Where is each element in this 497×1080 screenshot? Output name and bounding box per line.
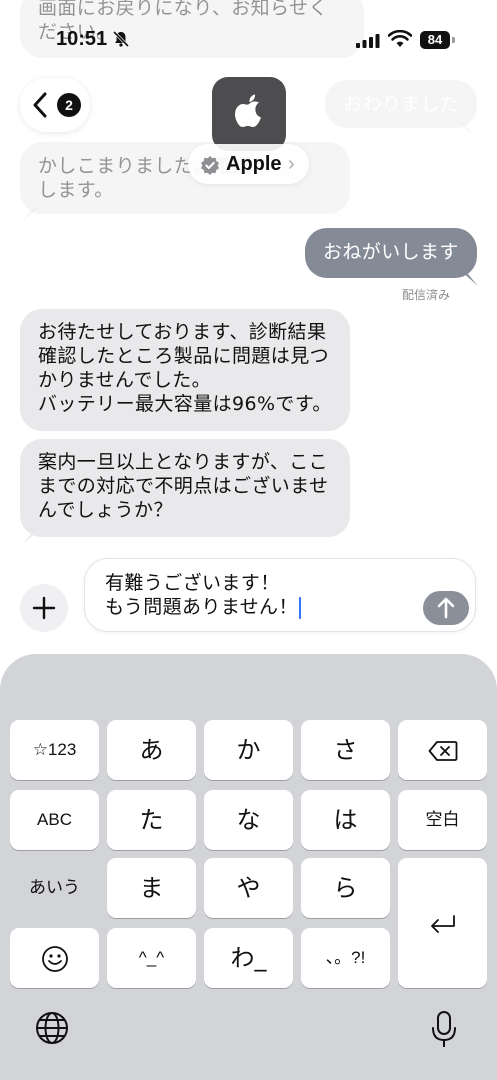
message-line: かりませんでした。	[38, 369, 212, 391]
apple-logo-icon	[235, 94, 261, 127]
send-button[interactable]	[423, 591, 469, 625]
battery-nub	[452, 37, 455, 43]
cellular-signal-icon	[356, 34, 380, 48]
key-kana-mode[interactable]: あいう	[10, 858, 99, 918]
keyboard: ☆123 あ か さ ABC た な は 空白 あいう ま や ら ^_^ わ_…	[0, 654, 497, 1080]
key-numbers[interactable]: ☆123	[10, 720, 99, 780]
key-wa-row[interactable]: わ_	[204, 928, 293, 988]
input-line: 有難うございます！	[105, 572, 280, 594]
message-line: 案内一旦以上となりますが、ここ	[38, 451, 329, 473]
clock: 10:51	[56, 28, 108, 50]
contact-name: Apple	[226, 153, 282, 175]
wifi-icon	[388, 30, 412, 47]
status-bar: 10:51 84	[0, 0, 497, 70]
delivered-status: 配信済み	[402, 288, 451, 302]
delete-key[interactable]	[398, 720, 487, 780]
silent-bell-icon	[112, 30, 130, 48]
chevron-right-icon: ›	[288, 153, 295, 175]
message-line: 確認したところ製品に問題は見つ	[38, 345, 330, 367]
emoji-face-icon	[41, 946, 68, 972]
key-ha-row[interactable]: は	[301, 790, 390, 850]
key-sa-row[interactable]: さ	[301, 720, 390, 780]
battery-indicator: 84	[420, 31, 450, 49]
key-punctuation[interactable]: 、。?!	[301, 928, 390, 988]
key-ta-row[interactable]: た	[107, 790, 196, 850]
emoji-key[interactable]	[10, 928, 99, 988]
key-ma-row[interactable]: ま	[107, 858, 196, 918]
back-button[interactable]: 2	[20, 78, 90, 132]
message-line: バッテリー最大容量は96%です。	[38, 393, 332, 415]
chevron-left-icon	[33, 92, 47, 118]
contact-name-button[interactable]: Apple ›	[188, 144, 309, 184]
message-input[interactable]: 有難うございます！ もう問題ありません！	[84, 558, 476, 632]
message-bubble[interactable]: お待たせしております、診断結果 確認したところ製品に問題は見つ かりませんでした…	[20, 309, 350, 431]
key-ya-row[interactable]: や	[204, 858, 293, 918]
message-text: おねがいします	[323, 241, 459, 263]
return-key[interactable]	[398, 858, 487, 988]
contact-avatar[interactable]	[212, 77, 286, 151]
unread-badge: 2	[57, 93, 81, 117]
text-caret	[298, 596, 301, 619]
message-input-text[interactable]: 有難うございます！ もう問題ありません！	[105, 571, 301, 619]
key-na-row[interactable]: な	[204, 790, 293, 850]
key-ka-row[interactable]: か	[204, 720, 293, 780]
key-a-row[interactable]: あ	[107, 720, 196, 780]
message-bubble-outgoing[interactable]: おねがいします	[305, 228, 477, 278]
key-ra-row[interactable]: ら	[301, 858, 390, 918]
input-line: もう問題ありません！	[105, 595, 301, 619]
plus-button[interactable]	[20, 584, 68, 632]
plus-icon	[32, 596, 56, 620]
globe-icon[interactable]	[34, 1010, 70, 1046]
message-line: お待たせしております、診断結果	[38, 321, 327, 343]
arrow-up-icon	[437, 597, 455, 619]
verified-badge-icon	[201, 156, 219, 175]
key-kaomoji[interactable]: ^_^	[107, 928, 196, 988]
space-key[interactable]: 空白	[398, 790, 487, 850]
message-line: んでしょうか？	[38, 499, 173, 521]
return-icon	[430, 915, 455, 933]
key-abc[interactable]: ABC	[10, 790, 99, 850]
message-line: までの対応で不明点はございませ	[38, 475, 329, 497]
message-bubble[interactable]: おわりました	[325, 80, 477, 128]
microphone-icon[interactable]	[430, 1010, 458, 1050]
message-text: おわりました	[343, 93, 460, 115]
delete-backspace-icon	[428, 741, 457, 761]
input-line-text: もう問題ありません！	[105, 596, 298, 618]
message-bubble[interactable]: 案内一旦以上となりますが、ここ までの対応で不明点はございませ んでしょうか？	[20, 439, 350, 537]
